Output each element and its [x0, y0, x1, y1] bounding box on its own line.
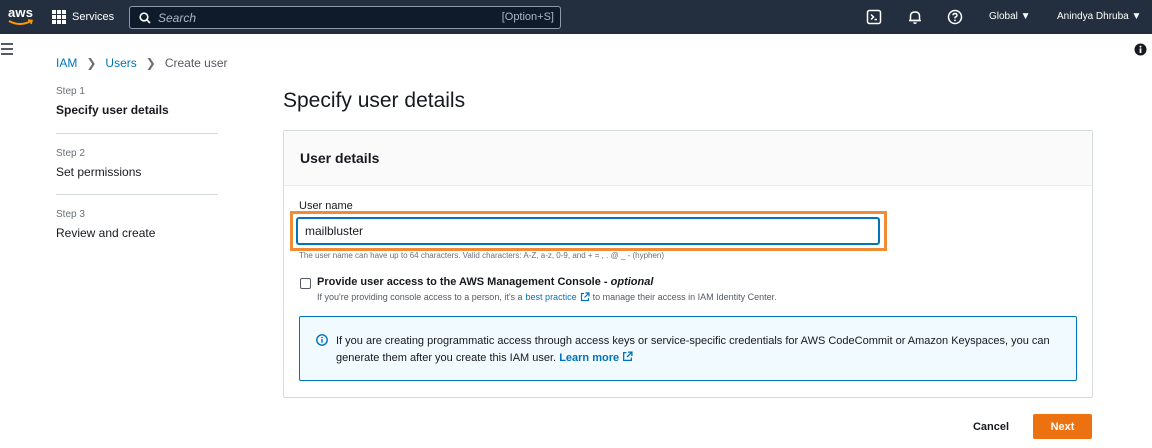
step-1-label: Step 1 [56, 86, 85, 97]
next-button[interactable]: Next [1033, 414, 1092, 439]
info-alert: If you are creating programmatic access … [299, 316, 1077, 381]
chevron-right-icon: ❯ [86, 56, 97, 70]
bell-icon[interactable] [907, 9, 923, 25]
optional-tag: optional [610, 276, 654, 288]
page-title: Specify user details [283, 89, 466, 112]
account-menu[interactable]: Anindya Dhruba ▼ [1057, 11, 1141, 22]
info-panel-icon[interactable] [1134, 43, 1147, 56]
search-bar[interactable]: Search [Option+S] [129, 6, 561, 29]
breadcrumb-current: Create user [164, 56, 228, 70]
cloudshell-icon[interactable] [866, 9, 882, 25]
username-hint: The user name can have up to 64 characte… [299, 251, 665, 260]
step-2-title: Set permissions [56, 165, 142, 179]
cancel-button[interactable]: Cancel [960, 415, 1022, 439]
aws-logo-text: aws [8, 5, 34, 20]
step-2[interactable]: Step 2 Set permissions [56, 134, 218, 194]
breadcrumb-users-link[interactable]: Users [105, 56, 136, 70]
aws-logo[interactable]: aws [8, 5, 38, 29]
grid-icon [52, 10, 66, 24]
chevron-right-icon: ❯ [145, 56, 156, 70]
step-3-label: Step 3 [56, 209, 85, 220]
username-input[interactable] [297, 218, 879, 244]
breadcrumb: IAM ❯ Users ❯ Create user [56, 56, 228, 70]
learn-more-link[interactable]: Learn more [559, 352, 619, 364]
help-icon[interactable] [947, 9, 963, 25]
alert-text: If you are creating programmatic access … [336, 335, 1050, 364]
step-2-label: Step 2 [56, 148, 85, 159]
menu-icon[interactable] [1, 43, 13, 55]
search-shortcut: [Option+S] [501, 11, 554, 23]
console-access-description: If you're providing console access to a … [317, 292, 777, 302]
step-1: Step 1 Specify user details [56, 86, 218, 133]
step-3-title: Review and create [56, 226, 156, 240]
info-icon [316, 334, 328, 346]
console-access-checkbox[interactable] [300, 278, 311, 289]
step-1-title: Specify user details [56, 103, 169, 117]
external-link-icon [623, 351, 633, 362]
search-placeholder: Search [158, 11, 197, 25]
external-link-icon [580, 292, 590, 302]
best-practice-link[interactable]: best practice [526, 292, 577, 302]
services-label: Services [72, 11, 115, 23]
region-selector[interactable]: Global ▼ [989, 11, 1031, 22]
top-navigation-bar: aws Services Search [Option+S] Global ▼ … [0, 0, 1152, 34]
services-menu-button[interactable]: Services [52, 0, 114, 34]
step-3[interactable]: Step 3 Review and create [56, 195, 218, 255]
search-icon [139, 12, 151, 24]
aws-smile-icon [8, 19, 34, 25]
panel-title: User details [300, 150, 380, 166]
console-access-label[interactable]: Provide user access to the AWS Managemen… [317, 276, 653, 288]
wizard-steps: Step 1 Specify user details Step 2 Set p… [56, 86, 218, 255]
panel-header: User details [284, 131, 1092, 186]
breadcrumb-iam-link[interactable]: IAM [56, 56, 77, 70]
